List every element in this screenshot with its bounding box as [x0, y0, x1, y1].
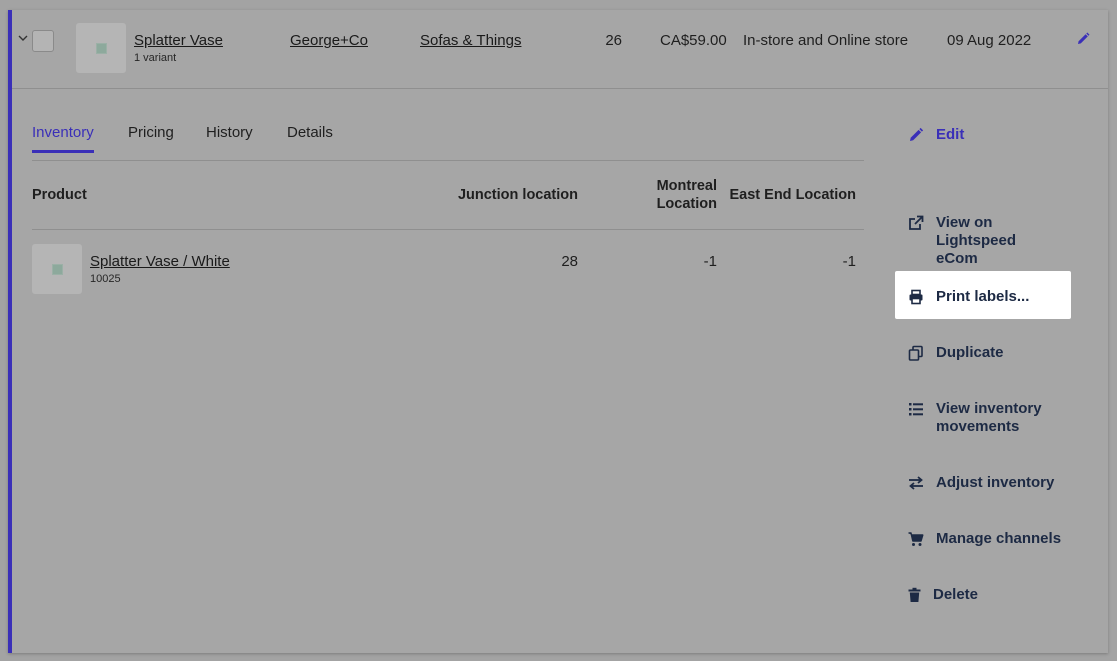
variant-name-link[interactable]: Splatter Vase / White	[90, 253, 230, 270]
table-header-divider	[32, 229, 864, 230]
col-header-product: Product	[32, 187, 87, 203]
tab-details[interactable]: Details	[287, 124, 333, 153]
pencil-icon[interactable]	[1076, 32, 1090, 46]
product-row[interactable]: Splatter Vase 1 variant George+Co Sofas …	[12, 10, 1108, 89]
edit-action[interactable]: Edit	[908, 126, 1056, 144]
manage-channels-action[interactable]: Manage channels	[908, 530, 1076, 548]
east-end-qty: -1	[842, 253, 856, 270]
exchange-arrows-icon	[909, 476, 923, 490]
price-value: CA$59.00	[660, 32, 727, 49]
supplier-link[interactable]: Sofas & Things	[420, 32, 521, 49]
col-header-montreal: Montreal Location	[656, 178, 717, 212]
chevron-down-icon[interactable]	[18, 33, 28, 43]
printer-icon	[909, 289, 923, 305]
variant-thumbnail	[32, 244, 82, 294]
tab-inventory[interactable]: Inventory	[32, 124, 94, 153]
adjust-inventory-label: Adjust inventory	[936, 474, 1055, 491]
trash-icon	[908, 587, 921, 602]
table-row: Splatter Vase / White 10025 28 -1 -1	[32, 244, 864, 296]
col-header-east-end: East End Location	[729, 187, 857, 203]
row-checkbox[interactable]	[32, 30, 54, 52]
variant-count: 1 variant	[134, 52, 177, 64]
col-header-junction: Junction location	[457, 187, 578, 203]
inventory-movements-action[interactable]: View inventory movements	[908, 400, 1056, 436]
adjust-inventory-action[interactable]: Adjust inventory	[908, 474, 1056, 492]
montreal-qty: -1	[703, 253, 717, 270]
date-value: 09 Aug 2022	[947, 32, 1032, 49]
image-placeholder-icon	[95, 42, 107, 54]
external-link-icon	[909, 215, 924, 230]
product-name-link[interactable]: Splatter Vase	[134, 32, 223, 49]
manage-channels-label: Manage channels	[936, 530, 1062, 547]
view-on-ecom-action[interactable]: View on Lightspeed eCom	[908, 214, 1056, 268]
copy-icon	[908, 345, 923, 361]
variant-sku: 10025	[90, 273, 121, 285]
shopping-cart-icon	[908, 532, 924, 546]
duplicate-label: Duplicate	[936, 344, 1004, 361]
product-detail-panel: Splatter Vase 1 variant George+Co Sofas …	[8, 10, 1108, 653]
product-thumbnail	[76, 23, 126, 73]
quantity-value: 26	[605, 32, 622, 49]
list-icon	[909, 403, 923, 416]
inventory-movements-label: View inventory movements	[936, 400, 1042, 435]
duplicate-action[interactable]: Duplicate	[908, 344, 1056, 362]
delete-action[interactable]: Delete	[908, 586, 1053, 604]
tab-history[interactable]: History	[206, 124, 253, 153]
print-labels-action[interactable]: Print labels...	[908, 288, 1056, 306]
tabs-divider	[32, 160, 864, 161]
edit-label: Edit	[936, 126, 965, 143]
tab-pricing[interactable]: Pricing	[128, 124, 174, 153]
delete-label: Delete	[933, 586, 979, 603]
channels-value: In-store and Online store	[743, 32, 909, 49]
view-on-ecom-label: View on Lightspeed eCom	[936, 214, 1017, 267]
junction-qty: 28	[561, 253, 578, 270]
pencil-icon	[910, 127, 924, 141]
brand-link[interactable]: George+Co	[290, 32, 368, 49]
print-labels-label: Print labels...	[936, 288, 1030, 305]
image-placeholder-icon	[51, 263, 63, 275]
